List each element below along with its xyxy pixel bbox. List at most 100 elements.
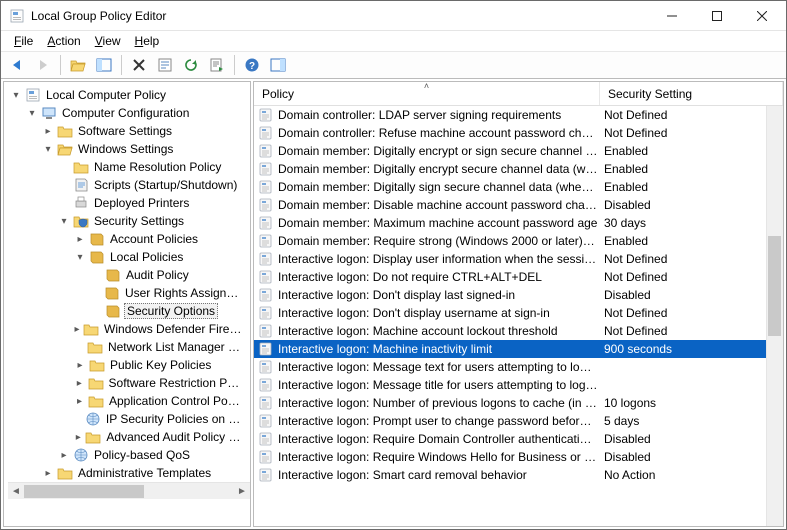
security-setting-value: 900 seconds	[604, 342, 672, 356]
column-header-security-setting[interactable]: Security Setting	[600, 82, 783, 105]
list-vertical-scrollbar[interactable]	[766, 106, 783, 526]
toolbar-separator	[121, 55, 122, 75]
tree-security-settings[interactable]: Security Settings	[92, 214, 186, 228]
forward-button[interactable]	[31, 53, 55, 77]
tree-horizontal-scrollbar[interactable]: ◄ ►	[8, 482, 250, 499]
tree-root[interactable]: Local Computer Policy	[44, 88, 168, 102]
tree-windows-settings[interactable]: Windows Settings	[76, 142, 175, 156]
column-header-policy[interactable]: Policy˄	[254, 82, 600, 105]
computer-icon	[41, 105, 57, 121]
policy-name: Interactive logon: Prompt user to change…	[278, 414, 598, 428]
export-list-button[interactable]	[205, 53, 229, 77]
security-setting-value: Not Defined	[604, 108, 667, 122]
list-body[interactable]: Domain controller: LDAP server signing r…	[254, 106, 783, 526]
folder-icon	[83, 321, 99, 337]
list-row[interactable]: Domain member: Disable machine account p…	[254, 196, 783, 214]
tree-public-key-policies[interactable]: Public Key Policies	[108, 358, 213, 372]
book-icon	[105, 303, 121, 319]
list-row[interactable]: Interactive logon: Machine inactivity li…	[254, 340, 783, 358]
list-row[interactable]: Domain controller: Refuse machine accoun…	[254, 124, 783, 142]
list-row[interactable]: Interactive logon: Require Domain Contro…	[254, 430, 783, 448]
book-icon	[104, 285, 120, 301]
list-row[interactable]: Interactive logon: Message title for use…	[254, 376, 783, 394]
show-hide-action-pane-button[interactable]	[266, 53, 290, 77]
scroll-thumb[interactable]	[24, 485, 144, 498]
tree-windows-defender-firewall[interactable]: Windows Defender Firewall with Advanced …	[102, 322, 244, 336]
tree-software-settings[interactable]: Software Settings	[76, 124, 174, 138]
security-setting-value: Not Defined	[604, 306, 667, 320]
tree-pane[interactable]: ▾Local Computer Policy ▾Computer Configu…	[3, 81, 251, 527]
policy-icon	[258, 269, 274, 285]
help-button[interactable]: ?	[240, 53, 264, 77]
list-row[interactable]: Domain member: Digitally encrypt or sign…	[254, 142, 783, 160]
policy-icon	[258, 125, 274, 141]
show-hide-console-tree-button[interactable]	[92, 53, 116, 77]
tree-administrative-templates[interactable]: Administrative Templates	[76, 466, 213, 480]
book-icon	[105, 267, 121, 283]
tree-application-control[interactable]: Application Control Policies	[107, 394, 244, 408]
tree-advanced-audit[interactable]: Advanced Audit Policy Configuration	[104, 430, 244, 444]
list-row[interactable]: Domain member: Digitally sign secure cha…	[254, 178, 783, 196]
maximize-button[interactable]	[694, 1, 739, 30]
list-row[interactable]: Interactive logon: Display user informat…	[254, 250, 783, 268]
policy-name: Domain member: Maximum machine account p…	[278, 216, 597, 230]
scroll-left-arrow-icon[interactable]: ◄	[8, 483, 24, 500]
security-setting-value: Enabled	[604, 144, 648, 158]
list-row[interactable]: Domain member: Require strong (Windows 2…	[254, 232, 783, 250]
scroll-thumb[interactable]	[768, 236, 781, 336]
refresh-button[interactable]	[179, 53, 203, 77]
tree-deployed-printers[interactable]: Deployed Printers	[92, 196, 191, 210]
list-row[interactable]: Interactive logon: Require Windows Hello…	[254, 448, 783, 466]
tree-account-policies[interactable]: Account Policies	[108, 232, 200, 246]
back-button[interactable]	[5, 53, 29, 77]
security-setting-value: Enabled	[604, 234, 648, 248]
tree-scripts[interactable]: Scripts (Startup/Shutdown)	[92, 178, 239, 192]
tree-name-resolution[interactable]: Name Resolution Policy	[92, 160, 223, 174]
menu-file[interactable]: File	[7, 33, 40, 49]
policy-name: Interactive logon: Machine account locko…	[278, 324, 558, 338]
list-row[interactable]: Interactive logon: Number of previous lo…	[254, 394, 783, 412]
tree-security-options[interactable]: Security Options	[124, 303, 218, 319]
list-row[interactable]: Interactive logon: Don't display last si…	[254, 286, 783, 304]
tree-computer-config[interactable]: Computer Configuration	[60, 106, 191, 120]
scroll-right-arrow-icon[interactable]: ►	[234, 483, 250, 500]
security-setting-value: 30 days	[604, 216, 646, 230]
close-button[interactable]	[739, 1, 784, 30]
security-setting-value: Disabled	[604, 450, 651, 464]
list-row[interactable]: Domain member: Maximum machine account p…	[254, 214, 783, 232]
menu-help[interactable]: Help	[128, 33, 167, 49]
delete-button[interactable]	[127, 53, 151, 77]
list-row[interactable]: Interactive logon: Smart card removal be…	[254, 466, 783, 484]
properties-button[interactable]	[153, 53, 177, 77]
menu-action[interactable]: Action	[40, 33, 87, 49]
policy-name: Domain member: Digitally encrypt secure …	[278, 162, 598, 176]
security-setting-value: Enabled	[604, 180, 648, 194]
list-row[interactable]: Interactive logon: Prompt user to change…	[254, 412, 783, 430]
tree-network-list-manager[interactable]: Network List Manager Policies	[106, 340, 244, 354]
up-button[interactable]	[66, 53, 90, 77]
menu-view[interactable]: View	[88, 33, 128, 49]
list-row[interactable]: Domain member: Digitally encrypt secure …	[254, 160, 783, 178]
list-row[interactable]: Interactive logon: Don't display usernam…	[254, 304, 783, 322]
tree-software-restriction[interactable]: Software Restriction Policies	[107, 376, 244, 390]
security-setting-value: 5 days	[604, 414, 639, 428]
policy-icon	[258, 413, 274, 429]
folder-icon	[88, 375, 104, 391]
list-row[interactable]: Interactive logon: Machine account locko…	[254, 322, 783, 340]
tree-audit-policy[interactable]: Audit Policy	[124, 268, 191, 282]
tree-ip-security-policies[interactable]: IP Security Policies on Local Computer	[104, 412, 244, 426]
list-row[interactable]: Interactive logon: Do not require CTRL+A…	[254, 268, 783, 286]
policy-icon	[258, 467, 274, 483]
tree-local-policies[interactable]: Local Policies	[108, 250, 185, 264]
list-row[interactable]: Domain controller: LDAP server signing r…	[254, 106, 783, 124]
svg-text:?: ?	[249, 61, 255, 72]
policy-icon	[258, 215, 274, 231]
minimize-button[interactable]	[649, 1, 694, 30]
tree-user-rights[interactable]: User Rights Assignment	[123, 286, 244, 300]
policy-name: Interactive logon: Don't display usernam…	[278, 306, 550, 320]
list-row[interactable]: Interactive logon: Message text for user…	[254, 358, 783, 376]
policy-name: Interactive logon: Require Domain Contro…	[278, 432, 598, 446]
list-header: Policy˄ Security Setting	[254, 82, 783, 106]
tree-policy-based-qos[interactable]: Policy-based QoS	[92, 448, 192, 462]
policy-icon	[258, 341, 274, 357]
